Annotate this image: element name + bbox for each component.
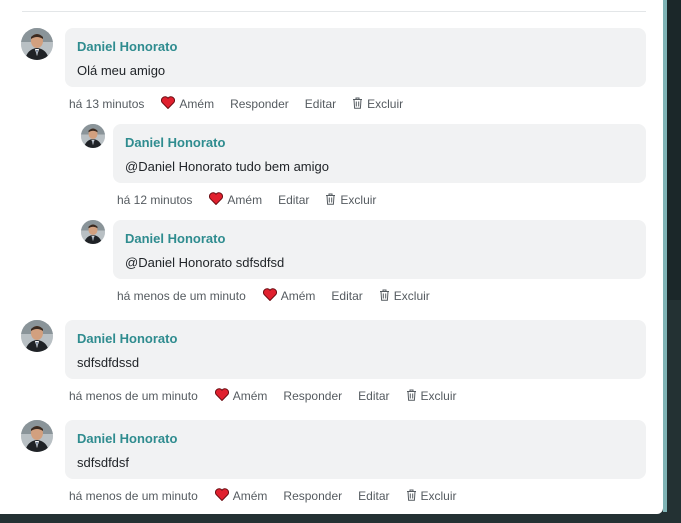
comment-time: há menos de um minuto (69, 389, 198, 403)
comment-text: sdfsdfdsf (77, 455, 130, 470)
reply-button[interactable]: Responder (283, 389, 342, 403)
delete-button[interactable]: Excluir (352, 97, 403, 112)
reply-text: @Daniel Honorato sdfsdfsd (125, 255, 285, 270)
divider (22, 11, 646, 12)
delete-button[interactable]: Excluir (325, 193, 376, 208)
comment-actions: há 13 minutos Amém Responder Editar Excl… (69, 96, 419, 112)
delete-label: Excluir (393, 289, 430, 303)
reply-bubble: Daniel Honorato @Daniel Honorato sdfsdfs… (113, 220, 646, 279)
reply-author[interactable]: Daniel Honorato (125, 231, 225, 246)
reply-time: há 12 minutos (117, 193, 193, 207)
reply-text: @Daniel Honorato tudo bem amigo (125, 159, 329, 174)
edit-button[interactable]: Editar (305, 97, 336, 111)
delete-label: Excluir (367, 97, 404, 111)
heart-icon (161, 96, 176, 112)
heart-icon (209, 192, 224, 208)
amen-button[interactable]: Amém (209, 192, 262, 208)
trash-icon (325, 193, 336, 208)
edit-button[interactable]: Editar (358, 489, 389, 503)
comment-actions: há menos de um minuto Amém Responder Edi… (69, 388, 473, 404)
panel-accent-bar (663, 0, 667, 512)
amen-label: Amém (280, 289, 316, 303)
comment-author[interactable]: Daniel Honorato (77, 331, 177, 346)
heart-icon (214, 388, 229, 404)
delete-button[interactable]: Excluir (406, 489, 457, 504)
comments-panel: Daniel Honorato Olá meu amigo há 13 minu… (0, 0, 663, 514)
avatar[interactable] (21, 420, 53, 452)
trash-icon (379, 289, 390, 304)
trash-icon (406, 389, 417, 404)
delete-button[interactable]: Excluir (379, 289, 430, 304)
comment-bubble: Daniel Honorato Olá meu amigo (65, 28, 646, 87)
reply-actions: há menos de um minuto Amém Editar Exclui… (117, 288, 446, 304)
edit-button[interactable]: Editar (358, 389, 389, 403)
comment-author[interactable]: Daniel Honorato (77, 431, 177, 446)
comment-bubble: Daniel Honorato sdfsdfdssd (65, 320, 646, 379)
heart-icon (262, 288, 277, 304)
reply-button[interactable]: Responder (230, 97, 289, 111)
amen-label: Amém (232, 389, 268, 403)
amen-button[interactable]: Amém (262, 288, 316, 304)
delete-label: Excluir (420, 389, 457, 403)
comment-text: Olá meu amigo (77, 63, 166, 78)
reply-author[interactable]: Daniel Honorato (125, 135, 225, 150)
comment-actions: há menos de um minuto Amém Responder Edi… (69, 488, 473, 504)
reply-button[interactable]: Responder (283, 489, 342, 503)
edit-button[interactable]: Editar (331, 289, 362, 303)
amen-button[interactable]: Amém (214, 488, 268, 504)
comment-time: há 13 minutos (69, 97, 145, 111)
trash-icon (352, 97, 363, 112)
comment-time: há menos de um minuto (69, 489, 198, 503)
avatar[interactable] (21, 320, 53, 352)
comment-author[interactable]: Daniel Honorato (77, 39, 177, 54)
delete-label: Excluir (340, 193, 377, 207)
heart-icon (214, 488, 229, 504)
reply-actions: há 12 minutos Amém Editar Excluir (117, 192, 392, 208)
amen-label: Amém (232, 489, 268, 503)
delete-label: Excluir (420, 489, 457, 503)
amen-label: Amém (179, 97, 215, 111)
trash-icon (406, 489, 417, 504)
avatar[interactable] (81, 124, 105, 148)
amen-label: Amém (227, 193, 263, 207)
comment-bubble: Daniel Honorato sdfsdfdsf (65, 420, 646, 479)
reply-bubble: Daniel Honorato @Daniel Honorato tudo be… (113, 124, 646, 183)
reply-time: há menos de um minuto (117, 289, 246, 303)
comment-text: sdfsdfdssd (77, 355, 140, 370)
delete-button[interactable]: Excluir (406, 389, 457, 404)
amen-button[interactable]: Amém (161, 96, 214, 112)
avatar[interactable] (81, 220, 105, 244)
edit-button[interactable]: Editar (278, 193, 309, 207)
amen-button[interactable]: Amém (214, 388, 268, 404)
avatar[interactable] (21, 28, 53, 60)
